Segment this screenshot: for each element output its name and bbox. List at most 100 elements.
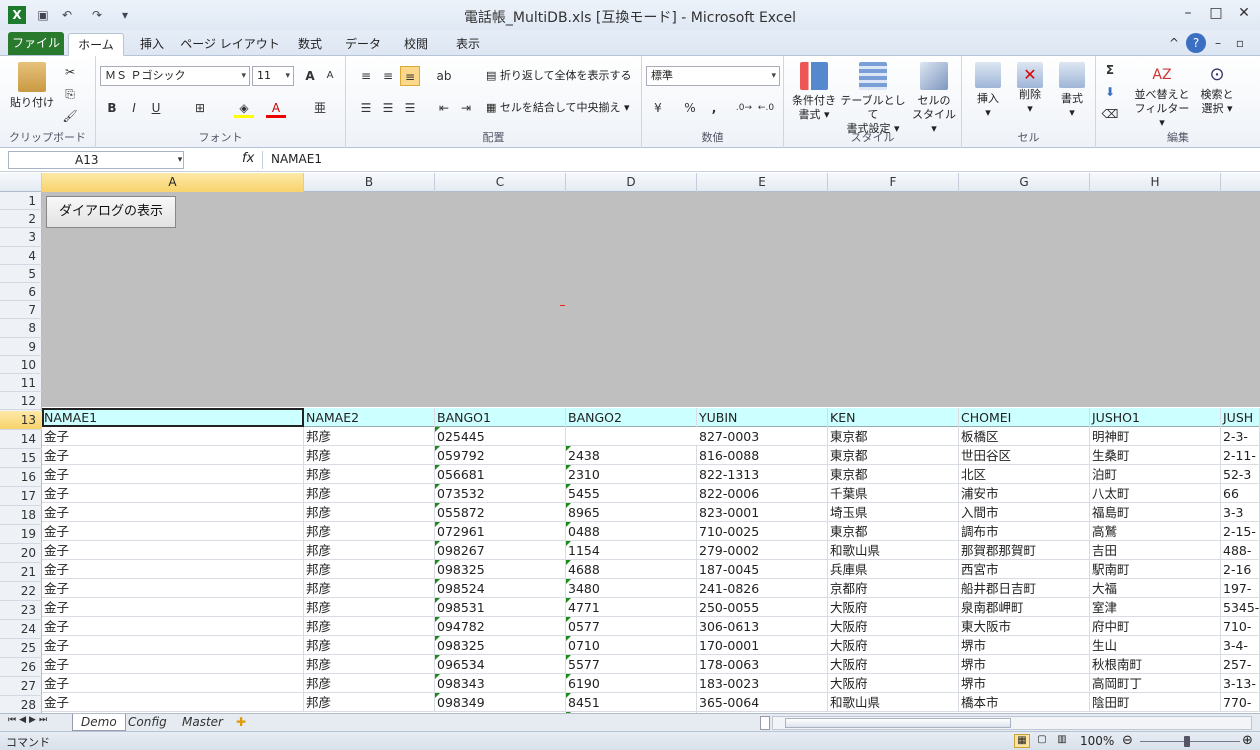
cell[interactable]: 098531 xyxy=(435,598,566,617)
cell[interactable]: 千葉県 xyxy=(828,484,959,503)
font-name-select[interactable]: ＭＳ Ｐゴシック xyxy=(100,66,250,86)
fill-icon[interactable]: ⬇ xyxy=(1100,82,1120,102)
cell[interactable]: 073532 xyxy=(435,484,566,503)
cell[interactable]: 3-13- xyxy=(1221,674,1260,693)
row-header-10[interactable]: 10 xyxy=(0,356,42,374)
align-middle-icon[interactable]: ≡ xyxy=(378,66,398,86)
tab-insert[interactable]: 挿入 xyxy=(130,33,174,56)
cell[interactable]: 2-16 xyxy=(1221,560,1260,579)
cell[interactable]: 府中町 xyxy=(1090,617,1221,636)
column-header-b[interactable]: B xyxy=(304,173,435,192)
cell[interactable]: 365-0064 xyxy=(697,693,828,712)
horizontal-scroll-thumb[interactable] xyxy=(785,718,1011,728)
cell[interactable]: 邦彦 xyxy=(304,427,435,446)
font-color-icon[interactable]: A xyxy=(266,98,286,118)
cell[interactable]: NAMAE2 xyxy=(304,408,435,427)
row-header-12[interactable]: 12 xyxy=(0,392,42,411)
cell[interactable]: BANGO1 xyxy=(435,408,566,427)
column-header-d[interactable]: D xyxy=(566,173,697,192)
underline-button[interactable]: U xyxy=(146,98,166,118)
cell[interactable]: 邦彦 xyxy=(304,484,435,503)
cell[interactable]: 生桑町 xyxy=(1090,446,1221,465)
cell[interactable]: 明神町 xyxy=(1090,427,1221,446)
row-header-7[interactable]: 7 xyxy=(0,301,42,320)
sheet-tab-demo[interactable]: Demo xyxy=(72,714,126,731)
cell[interactable]: 金子 xyxy=(42,446,304,465)
delete-cells-button[interactable]: ✕ 削除 ▾ xyxy=(1010,62,1050,116)
cell[interactable]: 094782 xyxy=(435,617,566,636)
cell[interactable]: 816-0088 xyxy=(697,446,828,465)
row-header-14[interactable]: 14 xyxy=(0,430,42,450)
cell[interactable]: 邦彦 xyxy=(304,674,435,693)
find-select-button[interactable]: ⊙ 検索と 選択 ▾ xyxy=(1194,62,1240,116)
cell[interactable]: 泉南郡岬町 xyxy=(959,598,1090,617)
cell[interactable]: 陰田町 xyxy=(1090,693,1221,712)
row-header-27[interactable]: 27 xyxy=(0,677,42,697)
cell[interactable]: 056681 xyxy=(435,465,566,484)
row-header-13[interactable]: 13 xyxy=(0,411,42,431)
cell[interactable]: 堺市 xyxy=(959,655,1090,674)
cell[interactable]: 大阪府 xyxy=(828,655,959,674)
tab-file[interactable]: ファイル xyxy=(8,32,64,55)
cell[interactable]: 邦彦 xyxy=(304,617,435,636)
maximize-icon[interactable]: □ xyxy=(1204,4,1228,22)
row-header-24[interactable]: 24 xyxy=(0,620,42,640)
cell[interactable]: 098524 xyxy=(435,579,566,598)
workbook-minimize-icon[interactable]: – xyxy=(1208,33,1228,53)
cell[interactable]: 邦彦 xyxy=(304,598,435,617)
cell[interactable]: 東京都 xyxy=(828,427,959,446)
cell[interactable]: 488- xyxy=(1221,541,1260,560)
row-header-9[interactable]: 9 xyxy=(0,338,42,356)
cell[interactable]: 187-0045 xyxy=(697,560,828,579)
cell[interactable]: 金子 xyxy=(42,598,304,617)
decrease-font-icon[interactable]: A xyxy=(320,66,340,86)
cell[interactable]: 浦安市 xyxy=(959,484,1090,503)
cell[interactable]: 3-4- xyxy=(1221,636,1260,655)
cell[interactable]: YUBIN xyxy=(697,408,828,427)
tab-formulas[interactable]: 数式 xyxy=(288,33,332,56)
decrease-indent-icon[interactable]: ⇤ xyxy=(434,98,454,118)
cell[interactable]: 098343 xyxy=(435,674,566,693)
cell[interactable]: 52-3 xyxy=(1221,465,1260,484)
cell[interactable]: 世田谷区 xyxy=(959,446,1090,465)
cell[interactable]: 金子 xyxy=(42,674,304,693)
cell[interactable]: 3-3 xyxy=(1221,503,1260,522)
column-header-c[interactable]: C xyxy=(435,173,566,192)
select-all-corner[interactable] xyxy=(0,173,42,192)
row-header-17[interactable]: 17 xyxy=(0,487,42,507)
row-header-6[interactable]: 6 xyxy=(0,283,42,302)
help-icon[interactable]: ? xyxy=(1186,33,1206,53)
cell[interactable]: 邦彦 xyxy=(304,579,435,598)
cell[interactable]: 金子 xyxy=(42,636,304,655)
cell[interactable]: JUSHO1 xyxy=(1090,408,1221,427)
show-dialog-button[interactable]: ダイアログの表示 xyxy=(46,196,176,228)
format-as-table-button[interactable]: テーブルとして 書式設定 ▾ xyxy=(840,62,906,136)
row-header-19[interactable]: 19 xyxy=(0,525,42,545)
row-header-11[interactable]: 11 xyxy=(0,374,42,393)
cut-icon[interactable]: ✂ xyxy=(60,62,80,82)
cell[interactable]: 金子 xyxy=(42,617,304,636)
name-box[interactable]: A13 xyxy=(8,151,184,169)
conditional-format-button[interactable]: 条件付き 書式 ▾ xyxy=(786,62,842,122)
sheet-tab-master[interactable]: Master xyxy=(174,714,231,731)
format-cells-button[interactable]: 書式 ▾ xyxy=(1052,62,1092,120)
zoom-out-icon[interactable]: ⊖ xyxy=(1122,733,1133,748)
tab-data[interactable]: データ xyxy=(338,33,388,56)
cell[interactable]: 生山 xyxy=(1090,636,1221,655)
cell[interactable]: 邦彦 xyxy=(304,541,435,560)
cell[interactable]: 金子 xyxy=(42,465,304,484)
cell[interactable]: 邦彦 xyxy=(304,693,435,712)
font-size-select[interactable]: 11 xyxy=(252,66,294,86)
cell[interactable]: 197- xyxy=(1221,579,1260,598)
cell[interactable]: 306-0613 xyxy=(697,617,828,636)
sort-filter-button[interactable]: AZ 並べ替えと フィルター ▾ xyxy=(1132,62,1192,130)
cell[interactable]: KEN xyxy=(828,408,959,427)
row-header-26[interactable]: 26 xyxy=(0,658,42,678)
column-header-h[interactable]: H xyxy=(1090,173,1221,192)
clear-icon[interactable]: ⌫ xyxy=(1100,104,1120,124)
cell[interactable]: 金子 xyxy=(42,522,304,541)
cell[interactable]: 大阪府 xyxy=(828,617,959,636)
cell[interactable]: 調布市 xyxy=(959,522,1090,541)
align-top-icon[interactable]: ≡ xyxy=(356,66,376,86)
cell[interactable]: BANGO2 xyxy=(566,408,697,427)
